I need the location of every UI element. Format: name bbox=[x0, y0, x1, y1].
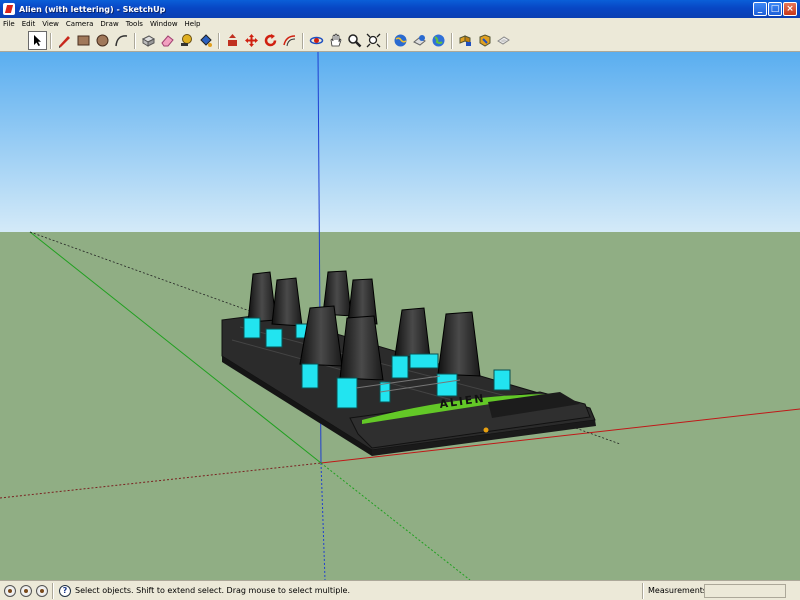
line-tool[interactable] bbox=[55, 31, 74, 50]
zoom-extents-icon bbox=[366, 33, 381, 48]
eraser-icon bbox=[161, 35, 174, 47]
status-separator bbox=[52, 582, 54, 599]
pencil-icon bbox=[59, 36, 70, 48]
minimize-button[interactable]: _ bbox=[753, 2, 767, 16]
menu-help[interactable]: Help bbox=[185, 20, 201, 28]
title-bar: Alien (with lettering) - SketchUp _ □ × bbox=[0, 0, 800, 18]
menu-draw[interactable]: Draw bbox=[100, 20, 118, 28]
toolbar-separator bbox=[302, 32, 304, 49]
styles-icon bbox=[497, 36, 510, 45]
paint-bucket-tool[interactable] bbox=[196, 31, 215, 50]
toolbar-separator bbox=[386, 32, 388, 49]
status-bar: ? Select objects. Shift to extend select… bbox=[0, 580, 800, 600]
styles-tool[interactable] bbox=[494, 31, 513, 50]
get-models-tool[interactable] bbox=[391, 31, 410, 50]
arrow-icon bbox=[34, 35, 41, 46]
close-button[interactable]: × bbox=[783, 2, 797, 16]
eraser-tool[interactable] bbox=[158, 31, 177, 50]
offset-icon bbox=[283, 35, 296, 47]
status-message: Select objects. Shift to extend select. … bbox=[75, 586, 351, 595]
nose-light bbox=[483, 427, 489, 433]
magnifier-icon bbox=[348, 34, 362, 48]
menu-edit[interactable]: Edit bbox=[22, 20, 36, 28]
component-icon bbox=[141, 35, 156, 47]
push-pull-icon bbox=[228, 34, 237, 46]
geo-location-icon[interactable] bbox=[4, 584, 16, 597]
menu-window[interactable]: Window bbox=[150, 20, 178, 28]
arc-icon bbox=[115, 35, 128, 47]
paint-bucket-icon bbox=[200, 34, 212, 47]
puzzle-icon bbox=[479, 34, 491, 47]
credits-icon[interactable] bbox=[20, 584, 32, 597]
drawing-viewport[interactable]: ALIEN bbox=[0, 52, 800, 580]
user-icon[interactable] bbox=[36, 584, 48, 597]
maximize-button[interactable]: □ bbox=[768, 2, 782, 16]
rectangle-tool[interactable] bbox=[74, 31, 93, 50]
menu-view[interactable]: View bbox=[42, 20, 59, 28]
components-tool[interactable] bbox=[456, 31, 475, 50]
measurements-label: Measurements bbox=[648, 586, 708, 595]
make-component-tool[interactable] bbox=[139, 31, 158, 50]
menu-camera[interactable]: Camera bbox=[66, 20, 93, 28]
pan-tool[interactable] bbox=[326, 31, 345, 50]
extension-tool[interactable] bbox=[475, 31, 494, 50]
earth-icon bbox=[432, 34, 445, 47]
window-controls: _ □ × bbox=[753, 2, 797, 16]
share-model-tool[interactable] bbox=[410, 31, 429, 50]
globe-icon bbox=[394, 34, 407, 47]
move-icon bbox=[245, 34, 258, 47]
toolbar-separator bbox=[50, 32, 52, 49]
push-pull-tool[interactable] bbox=[223, 31, 242, 50]
circle-tool[interactable] bbox=[93, 31, 112, 50]
google-earth-tool[interactable] bbox=[429, 31, 448, 50]
rotate-icon bbox=[264, 34, 277, 47]
measurements-input[interactable] bbox=[704, 584, 786, 598]
help-icon[interactable]: ? bbox=[59, 584, 71, 597]
main-toolbar bbox=[0, 30, 800, 52]
orbit-tool[interactable] bbox=[307, 31, 326, 50]
orbit-icon bbox=[309, 36, 324, 45]
tape-measure-icon bbox=[181, 34, 192, 46]
toolbar-separator bbox=[451, 32, 453, 49]
hand-icon bbox=[330, 33, 342, 47]
rectangle-icon bbox=[77, 35, 90, 46]
zoom-extents-tool[interactable] bbox=[364, 31, 383, 50]
offset-tool[interactable] bbox=[280, 31, 299, 50]
toolbar-separator bbox=[134, 32, 136, 49]
menu-file[interactable]: File bbox=[3, 20, 15, 28]
menu-bar: File Edit View Camera Draw Tools Window … bbox=[0, 18, 800, 30]
menu-tools[interactable]: Tools bbox=[126, 20, 143, 28]
status-separator bbox=[642, 583, 644, 599]
rotate-tool[interactable] bbox=[261, 31, 280, 50]
window-title: Alien (with lettering) - SketchUp bbox=[19, 4, 166, 14]
tape-measure-tool[interactable] bbox=[177, 31, 196, 50]
circle-icon bbox=[96, 34, 109, 47]
move-tool[interactable] bbox=[242, 31, 261, 50]
toolbar-separator bbox=[218, 32, 220, 49]
share-icon bbox=[413, 35, 426, 46]
boxes-icon bbox=[459, 35, 471, 46]
sketchup-app-icon[interactable] bbox=[3, 3, 15, 15]
sky bbox=[0, 52, 800, 232]
scene-canvas[interactable]: ALIEN bbox=[0, 52, 800, 580]
zoom-tool[interactable] bbox=[345, 31, 364, 50]
arc-tool[interactable] bbox=[112, 31, 131, 50]
select-tool[interactable] bbox=[28, 31, 47, 50]
